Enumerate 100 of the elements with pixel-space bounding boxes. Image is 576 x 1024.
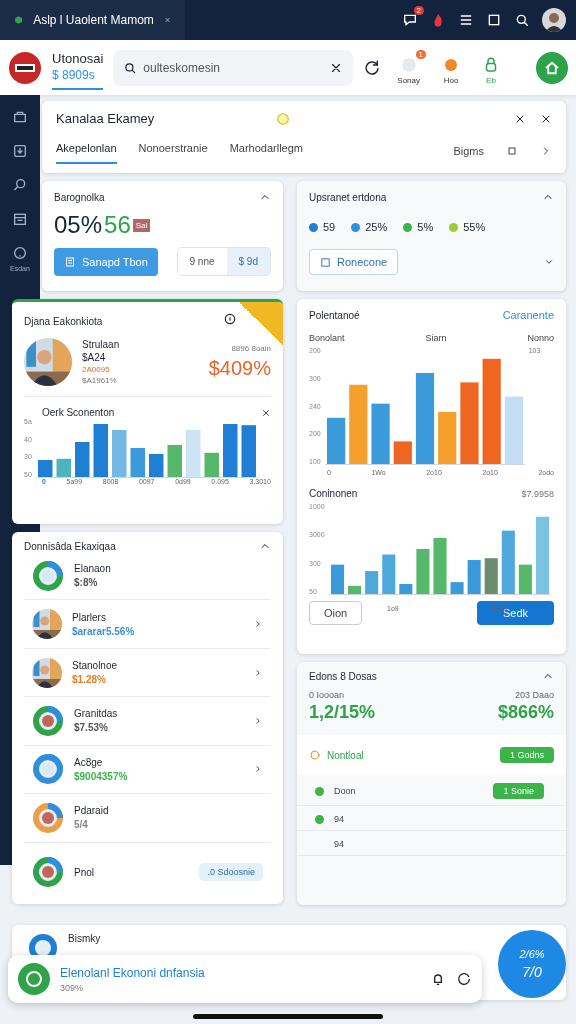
item-name: Elanaon bbox=[74, 563, 111, 575]
ring-icon bbox=[32, 856, 64, 889]
search-icon[interactable] bbox=[12, 177, 28, 193]
tab[interactable]: Akepelonlan bbox=[56, 138, 117, 164]
bar bbox=[37, 460, 53, 477]
download-icon[interactable] bbox=[12, 143, 28, 159]
tab[interactable]: Nonoerstranie bbox=[138, 138, 208, 164]
bar bbox=[371, 403, 390, 464]
row-label: Doon bbox=[334, 786, 356, 796]
close-icon[interactable] bbox=[261, 407, 271, 418]
coin-icon bbox=[442, 56, 460, 74]
bar bbox=[433, 537, 447, 594]
item-value: $1.28% bbox=[72, 674, 106, 686]
list-item[interactable]: Stanolnoe $1.28% bbox=[24, 648, 271, 698]
action-button[interactable]: 1 Sonay bbox=[391, 50, 426, 85]
home-button[interactable] bbox=[536, 51, 568, 84]
link[interactable]: Bigms bbox=[453, 145, 484, 157]
amount: $A24 bbox=[82, 352, 107, 363]
toast-subtitle: 309% bbox=[60, 982, 85, 993]
action-button[interactable]: .0 Sdoosnie bbox=[199, 863, 263, 882]
list-item[interactable]: Plarlers $ararar5.56% bbox=[24, 600, 271, 649]
calendar-icon[interactable] bbox=[12, 211, 28, 227]
tab-title: Aslp l Uaolent Mamom bbox=[33, 13, 154, 27]
column-header: Bonolant bbox=[309, 333, 345, 343]
panel-title: Kanalaa Ekamey bbox=[56, 111, 156, 126]
item-name: Stanolnoe bbox=[72, 660, 118, 672]
note: 8896 8oain bbox=[231, 344, 271, 353]
chart-value: $7.9958 bbox=[521, 488, 554, 499]
bar bbox=[393, 441, 412, 464]
chart-title: Coninonen bbox=[309, 488, 358, 499]
search-field[interactable]: oulteskomesin bbox=[113, 49, 354, 86]
link[interactable]: Caranente bbox=[502, 309, 554, 321]
ring-icon bbox=[32, 704, 64, 737]
coin-icon bbox=[276, 111, 290, 126]
item-name: Pdaraid bbox=[74, 805, 109, 817]
bar bbox=[56, 458, 71, 477]
item-value: 5/4 bbox=[74, 819, 88, 831]
bar bbox=[347, 585, 361, 594]
stat-label: 0 Ioooan bbox=[309, 690, 345, 700]
action-button[interactable]: Eb bbox=[476, 50, 506, 85]
bar bbox=[222, 424, 238, 477]
item-name: Granitdas bbox=[74, 708, 118, 720]
bar bbox=[330, 564, 344, 594]
amount-detail: 2A0095 bbox=[82, 365, 111, 374]
item-name: Plarlers bbox=[72, 611, 106, 623]
list-icon[interactable] bbox=[458, 12, 474, 28]
card-title: Bismky bbox=[68, 933, 101, 944]
list-item[interactable]: Pdaraid 5/4 bbox=[24, 794, 271, 843]
change-value: 56 bbox=[104, 211, 131, 239]
help-icon[interactable] bbox=[12, 245, 28, 261]
bar bbox=[326, 417, 345, 464]
item-value: $:8% bbox=[74, 577, 98, 589]
legend-value: 25% bbox=[365, 221, 388, 233]
outline-button[interactable]: Oion bbox=[309, 601, 363, 625]
search-icon bbox=[123, 60, 138, 75]
info-icon[interactable] bbox=[223, 312, 237, 326]
total: $409% bbox=[208, 357, 271, 380]
refresh-icon[interactable] bbox=[363, 58, 382, 77]
chat-icon[interactable] bbox=[402, 12, 418, 28]
tab[interactable]: Marhodarllegm bbox=[229, 138, 304, 164]
bar bbox=[415, 549, 430, 594]
bar bbox=[74, 442, 90, 477]
logo-icon bbox=[8, 50, 42, 85]
chevron-down-icon[interactable] bbox=[544, 257, 554, 267]
box-icon[interactable] bbox=[12, 109, 28, 125]
brand-name: Utonosai bbox=[52, 51, 104, 66]
bar bbox=[167, 445, 182, 477]
highlight-label: Nontloal bbox=[327, 749, 364, 761]
bar bbox=[504, 396, 523, 464]
notification-badge: 2 bbox=[413, 6, 424, 15]
bar bbox=[130, 448, 145, 477]
bar bbox=[398, 583, 412, 594]
bar bbox=[111, 430, 127, 477]
item-value: $ararar5.56% bbox=[72, 625, 135, 637]
column-header: Nonno bbox=[527, 333, 554, 343]
stat-value: 1,2/15% bbox=[309, 702, 376, 723]
bar bbox=[148, 454, 164, 477]
bar bbox=[364, 571, 378, 594]
balance: $ 8909s bbox=[52, 68, 96, 82]
list-item[interactable]: Granitdas $7.53% bbox=[24, 697, 271, 746]
item-name: Pnol bbox=[74, 866, 94, 878]
square-icon[interactable] bbox=[486, 12, 502, 28]
list-item[interactable]: Ac8ge $9004357% bbox=[24, 745, 271, 795]
bar bbox=[501, 530, 515, 594]
action-button[interactable]: Hoo bbox=[436, 50, 466, 85]
segment-button[interactable]: $ 9d bbox=[226, 248, 270, 275]
stat-label: 203 Daao bbox=[514, 690, 554, 700]
bar bbox=[484, 558, 498, 594]
refresh-icon[interactable] bbox=[456, 971, 472, 987]
toast[interactable]: Elenolanl Ekononi dnfansia 309% bbox=[8, 955, 482, 1003]
value: 05% bbox=[54, 211, 103, 239]
avatar-icon[interactable] bbox=[542, 8, 566, 32]
row-label: 94 bbox=[334, 839, 344, 849]
list-item[interactable]: Elanaon $:8% bbox=[24, 552, 271, 601]
outline-button[interactable]: Ronecone bbox=[309, 249, 399, 275]
bar bbox=[467, 560, 481, 594]
item-value: $9004357% bbox=[74, 770, 128, 782]
bar bbox=[437, 411, 456, 464]
bar bbox=[185, 430, 201, 477]
search-icon[interactable] bbox=[514, 12, 530, 28]
